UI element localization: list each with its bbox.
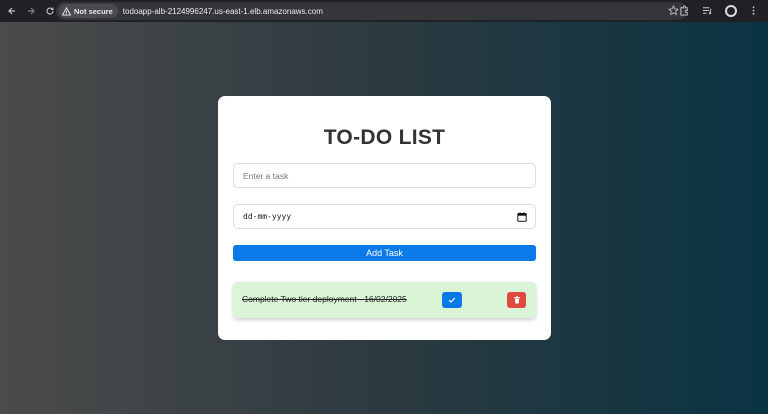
check-icon <box>448 297 456 303</box>
date-input[interactable]: dd-mm-yyyy <box>233 204 536 229</box>
address-bar[interactable]: Not secure todoapp-alb-2124996247.us-eas… <box>56 2 687 20</box>
extensions-button[interactable] <box>678 4 691 17</box>
task-text: Complete Two tier deployment - 16/02/202… <box>242 294 407 304</box>
site-info-chip[interactable]: Not secure <box>59 4 118 18</box>
task-input-placeholder: Enter a task <box>243 170 289 181</box>
reload-button[interactable] <box>43 4 57 18</box>
playlist-icon <box>702 7 712 15</box>
date-input-value: dd-mm-yyyy <box>243 212 292 221</box>
arrow-left-icon <box>8 7 15 15</box>
url-text: todoapp-alb-2124996247.us-east-1.elb.ama… <box>122 6 323 16</box>
chrome-menu-button[interactable] <box>747 4 760 17</box>
delete-task-button[interactable] <box>507 292 526 308</box>
reload-icon <box>46 7 54 15</box>
todo-card: TO-DO LIST Enter a task dd-mm-yyyy Add T… <box>218 96 551 340</box>
task-input[interactable]: Enter a task <box>233 163 536 188</box>
complete-task-button[interactable] <box>442 292 462 308</box>
avatar <box>724 4 737 17</box>
security-label: Not secure <box>74 6 113 16</box>
toolbar-actions <box>678 4 760 17</box>
arrow-right-icon <box>28 7 35 15</box>
more-vertical-icon <box>752 6 755 15</box>
back-button[interactable] <box>5 4 19 18</box>
page-viewport: TO-DO LIST Enter a task dd-mm-yyyy Add T… <box>0 22 768 414</box>
calendar-icon[interactable] <box>517 212 527 222</box>
media-controls-button[interactable] <box>701 4 714 17</box>
page-title: TO-DO LIST <box>323 126 446 149</box>
forward-button[interactable] <box>24 4 38 18</box>
add-task-button[interactable]: Add Task <box>233 245 536 261</box>
task-item: Complete Two tier deployment - 16/02/202… <box>233 282 536 318</box>
profile-button[interactable] <box>724 4 737 17</box>
browser-toolbar: Not secure todoapp-alb-2124996247.us-eas… <box>0 0 768 22</box>
puzzle-icon <box>680 5 688 16</box>
warning-icon <box>62 6 71 16</box>
trash-icon <box>513 296 520 304</box>
